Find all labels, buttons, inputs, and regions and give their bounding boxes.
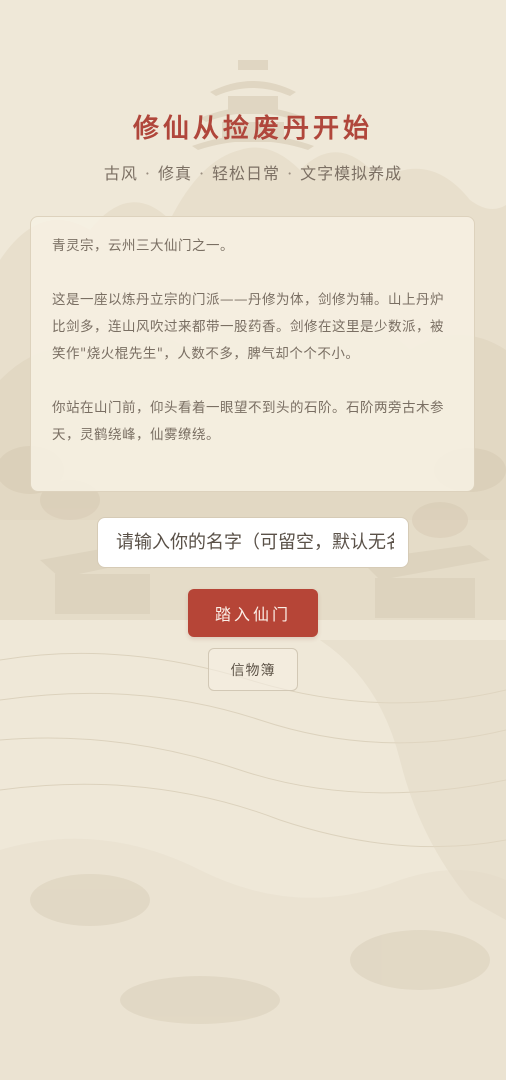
game-title: 修仙从捡废丹开始 — [132, 114, 373, 144]
tag-separator: · — [198, 164, 206, 183]
tag-separator: · — [287, 164, 294, 183]
genre-tags: 古风 · 修真 · 轻松日常 · 文字模拟养成 — [0, 160, 506, 184]
tag-ancient-style: 古风 — [103, 164, 138, 183]
page: 修仙从捡废丹开始 古风 · 修真 · 轻松日常 · 文字模拟养成 青灵宗，云州三大仙门之一。… — [0, 0, 506, 1080]
story-paragraph: 青灵宗，云州三大仙门之一。 — [52, 238, 234, 254]
enter-sect-button[interactable]: 踏入仙门 — [188, 589, 318, 637]
tag-cultivation: 修真 — [157, 164, 192, 183]
token-book-button[interactable]: 信物簿 — [208, 648, 298, 691]
story-paragraph: 这是一座以炼丹立宗的门派——丹修为体，剑修为辅。山上丹炉比剑多，连山风吹过来都带… — [52, 292, 444, 362]
tag-text-simulation: 文字模拟养成 — [300, 164, 403, 183]
tag-separator: · — [144, 164, 151, 183]
tag-casual-daily: 轻松日常 — [212, 164, 281, 183]
story-intro-card: 青灵宗，云州三大仙门之一。 这是一座以炼丹立宗的门派——丹修为体，剑修为辅。山上… — [30, 216, 475, 492]
story-paragraph: 你站在山门前，仰头看着一眼望不到头的石阶。石阶两旁古木参天，灵鹤绕峰，仙雾缭绕。 — [52, 400, 444, 443]
player-name-input[interactable] — [97, 517, 409, 568]
